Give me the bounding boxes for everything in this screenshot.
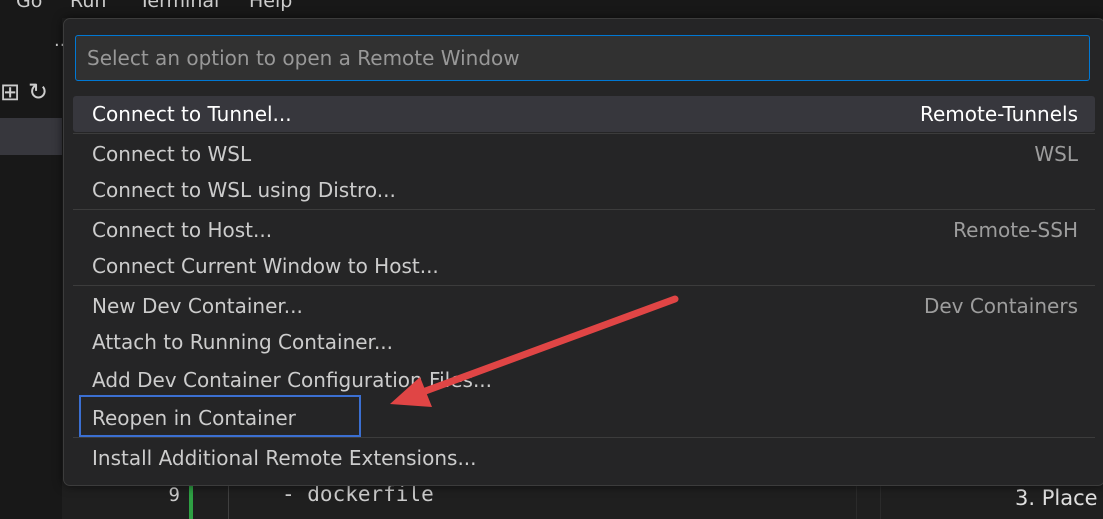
- annotation-arrow-icon: [390, 295, 679, 407]
